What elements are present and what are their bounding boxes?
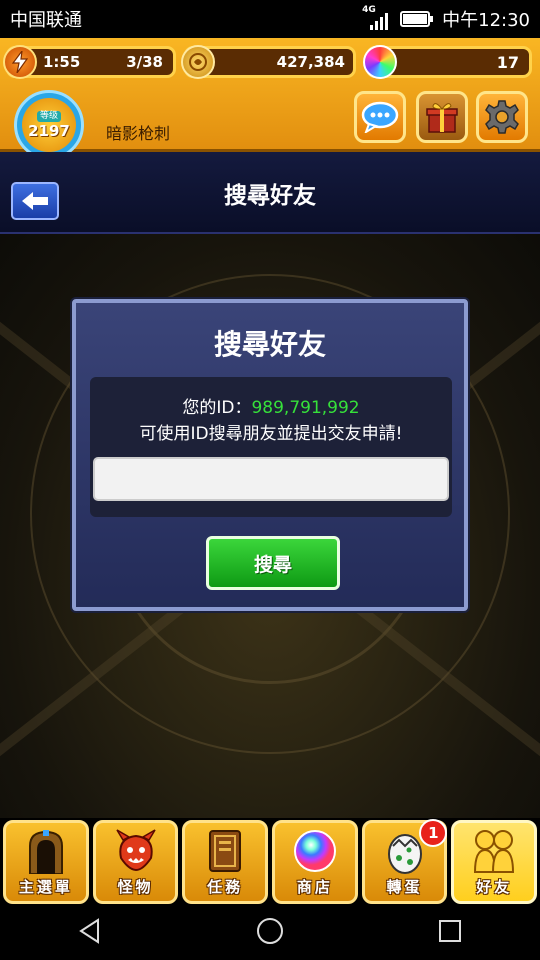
monster-icon	[113, 827, 159, 875]
user-id-line: 您的ID：989,791,992	[90, 393, 452, 418]
search-friend-dialog: 搜尋好友 您的ID：989,791,992 可使用ID搜尋朋友並提出交友申請! …	[72, 299, 468, 611]
nav-label: 商店	[296, 878, 333, 896]
nav-monsters[interactable]: 怪物	[92, 820, 179, 904]
gold-bar: 427,384	[181, 45, 356, 79]
notification-badge: 1	[419, 819, 448, 847]
nav-gacha[interactable]: 1 轉蛋	[361, 819, 448, 904]
gate-icon	[23, 827, 69, 875]
chat-button[interactable]	[354, 91, 406, 143]
nav-label: 轉蛋	[386, 878, 423, 896]
orb-count: 17	[496, 52, 519, 72]
page-title: 搜尋好友	[224, 183, 316, 209]
info-panel: 您的ID：989,791,992 可使用ID搜尋朋友並提出交友申請!	[90, 377, 452, 517]
search-button[interactable]: 搜尋	[206, 536, 340, 590]
status-bar: 中国联通 4G 中午12:30	[0, 0, 540, 38]
dialog-title: 搜尋好友	[213, 328, 326, 361]
signal-icon: 4G	[362, 5, 389, 30]
recents-square-icon[interactable]	[436, 917, 464, 949]
clock: 中午12:30	[442, 10, 530, 31]
orb-bar: 17	[363, 45, 532, 79]
nav-shop[interactable]: 商店	[272, 820, 358, 904]
home-circle-icon[interactable]	[255, 916, 285, 950]
search-hint: 可使用ID搜尋朋友並提出交友申請!	[139, 424, 403, 444]
stamina-bar: 1:55 3/38	[3, 45, 176, 79]
username: 暗影枪刺	[106, 124, 171, 143]
chat-bubble-icon	[361, 101, 399, 133]
gold-coin-icon	[181, 45, 215, 79]
lightning-icon	[3, 45, 37, 79]
user-id-label: 您的ID：	[182, 398, 252, 418]
bottom-nav: 主選單 怪物 任務 商店 1 轉蛋 好友	[0, 818, 540, 906]
settings-button[interactable]	[476, 91, 528, 143]
gift-box-icon	[426, 103, 458, 133]
friends-icon	[471, 827, 517, 875]
back-triangle-icon[interactable]	[76, 917, 104, 949]
quest-book-icon	[202, 827, 248, 875]
carrier-name: 中国联通	[10, 10, 82, 31]
battery-icon	[400, 11, 434, 27]
gold-count: 427,384	[276, 53, 345, 71]
system-nav-bar	[0, 906, 540, 960]
nav-quests[interactable]: 任務	[182, 820, 269, 904]
level-number: 2197	[28, 121, 70, 140]
stamina-timer: 1:55	[43, 53, 81, 71]
stamina-count: 3/38	[126, 53, 163, 71]
rainbow-orb-icon	[292, 827, 338, 875]
rank-badge: 等级	[36, 110, 61, 122]
user-id-value: 989,791,992	[251, 398, 360, 418]
nav-label: 怪物	[117, 878, 154, 896]
nav-friends[interactable]: 好友	[451, 820, 538, 904]
friend-id-input[interactable]	[93, 457, 449, 501]
gift-button[interactable]	[416, 91, 468, 143]
game-header: 1:55 3/38 427,384 17 等级 2197 暗影枪刺	[0, 38, 540, 160]
nav-label: 好友	[476, 878, 513, 896]
nav-label: 任務	[207, 878, 244, 896]
gear-icon	[485, 100, 519, 134]
nav-label: 主選單	[18, 878, 73, 896]
player-level[interactable]: 等级 2197	[14, 90, 84, 160]
nav-main-menu[interactable]: 主選單	[3, 820, 89, 904]
title-bar: 搜尋好友	[0, 152, 540, 234]
rainbow-orb-icon	[363, 45, 397, 79]
